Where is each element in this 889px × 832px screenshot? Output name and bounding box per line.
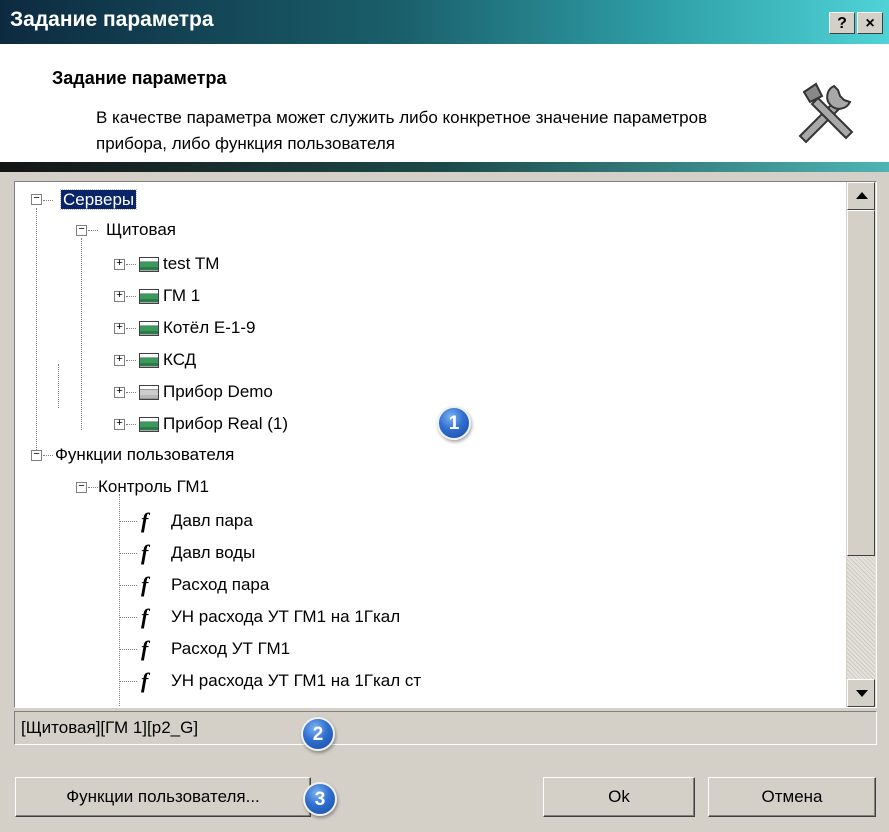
tree-item-label: УН расхода УТ ГМ1 на 1Гкал ст	[171, 671, 422, 690]
selected-path-field: [Щитовая][ГМ 1][p2_G]	[14, 711, 877, 745]
device-icon	[139, 321, 159, 336]
tree-item-label: Функции пользователя	[55, 445, 235, 464]
tree-guide-line	[126, 296, 136, 297]
callout-marker: 3	[303, 782, 337, 816]
function-icon: f	[141, 540, 149, 565]
tree-item-servers[interactable]: Серверы	[59, 187, 138, 213]
tree-item-label: КСД	[163, 350, 197, 369]
function-icon: f	[141, 572, 149, 597]
close-button[interactable]: ×	[857, 12, 883, 34]
callout-marker: 2	[301, 717, 335, 751]
tree-item-label: Котёл Е-1-9	[163, 318, 256, 337]
tree-guide-line	[81, 238, 82, 430]
scrollbar-thumb[interactable]	[847, 210, 875, 556]
tree-item-function[interactable]: Давл воды	[169, 540, 257, 566]
tree-item-label: Давл воды	[171, 543, 256, 562]
tree-item-device[interactable]: КСД	[161, 347, 198, 373]
expand-toggle[interactable]: +	[114, 291, 125, 302]
tree-item-function[interactable]: Давл пара	[169, 508, 255, 534]
tree-item-label: Давл пара	[171, 511, 253, 530]
expand-toggle[interactable]: +	[114, 355, 125, 366]
tree-item-device[interactable]: Котёл Е-1-9	[161, 315, 257, 341]
dialog-header: Задание параметра В качестве параметра м…	[0, 44, 889, 162]
tree-guide-line	[119, 494, 120, 707]
expand-toggle[interactable]: +	[114, 323, 125, 334]
function-icon: f	[141, 508, 149, 533]
device-icon	[139, 385, 159, 400]
tree-item-label: Серверы	[59, 189, 138, 210]
tree-item-label: Расход пара	[171, 575, 270, 594]
tree-item-device[interactable]: Прибор Real (1)	[161, 411, 290, 437]
tree-guide-line	[126, 360, 136, 361]
tree-guide-line	[119, 521, 137, 522]
header-description: В качестве параметра может служить либо …	[96, 108, 708, 153]
header-title: Задание параметра	[52, 68, 227, 88]
tree-guide-line	[126, 392, 136, 393]
tree-guide-line	[119, 585, 137, 586]
tree-guide-line	[119, 649, 137, 650]
tree-item-device[interactable]: test TM	[161, 251, 221, 277]
help-button[interactable]: ?	[829, 12, 855, 34]
arrow-up-icon	[856, 192, 868, 199]
tree-item-group[interactable]: Щитовая	[104, 217, 178, 243]
collapse-toggle[interactable]: −	[76, 225, 87, 236]
collapse-toggle[interactable]: −	[31, 194, 42, 205]
window-title: Задание параметра	[10, 8, 214, 31]
title-bar[interactable]: Задание параметра ? ×	[0, 0, 889, 44]
tree-guide-line	[58, 364, 59, 408]
tree-item-function[interactable]: УН расхода УТ ГМ1 на 1Гкал ст	[169, 668, 423, 694]
tree-item-functions-root[interactable]: Функции пользователя	[53, 442, 236, 468]
expand-toggle[interactable]: +	[114, 259, 125, 270]
tree-item-device[interactable]: Прибор Demo	[161, 379, 275, 405]
tree-guide-line	[88, 230, 98, 231]
user-functions-button[interactable]: Функции пользователя...	[15, 777, 311, 817]
parameter-dialog: Задание параметра ? × Задание параметра …	[0, 0, 889, 832]
callout-marker: 1	[437, 406, 471, 440]
device-icon	[139, 353, 159, 368]
tree-item-label: test TM	[163, 254, 220, 273]
tree-item-label: УН расхода УТ ГМ1 на 1Гкал	[171, 607, 401, 626]
tree-guide-line	[36, 208, 37, 456]
tree-item-function-group[interactable]: Контроль ГМ1	[96, 474, 211, 500]
tree-item-label: Прибор Demo	[163, 382, 273, 401]
ok-button[interactable]: Ok	[543, 777, 695, 817]
tree-item-device[interactable]: ГМ 1	[161, 283, 202, 309]
function-icon: f	[141, 604, 149, 629]
device-icon	[139, 417, 159, 432]
function-icon: f	[141, 668, 149, 693]
tree-guide-line	[119, 553, 137, 554]
tree-guide-line	[43, 200, 53, 201]
tree-guide-line	[126, 264, 136, 265]
tree-guide-line	[43, 455, 53, 456]
device-icon	[139, 289, 159, 304]
function-icon: f	[141, 636, 149, 661]
tree-guide-line	[126, 328, 136, 329]
tree-guide-line	[119, 681, 137, 682]
arrow-down-icon	[856, 690, 868, 697]
tree-item-label: Контроль ГМ1	[98, 477, 209, 496]
tree-item-function[interactable]: Расход УТ ГМ1	[169, 636, 292, 662]
tree-item-function[interactable]: Расход пара	[169, 572, 271, 598]
tree-guide-line	[119, 617, 137, 618]
expand-toggle[interactable]: +	[114, 387, 125, 398]
vertical-scrollbar[interactable]	[846, 182, 876, 707]
tree-item-label: Прибор Real (1)	[163, 414, 289, 433]
scroll-up-button[interactable]	[847, 182, 875, 210]
tree-item-label: ГМ 1	[163, 286, 201, 305]
tree-item-label: Щитовая	[106, 220, 176, 239]
tree-guide-line	[126, 424, 136, 425]
tree-content: − Серверы − Щитовая + test TM + ГМ 1 + К…	[15, 182, 845, 707]
scroll-down-button[interactable]	[847, 679, 875, 707]
device-icon	[139, 257, 159, 272]
expand-toggle[interactable]: +	[114, 419, 125, 430]
parameter-tree[interactable]: − Серверы − Щитовая + test TM + ГМ 1 + К…	[14, 181, 877, 708]
cancel-button[interactable]: Отмена	[708, 777, 876, 817]
header-divider	[0, 162, 889, 172]
collapse-toggle[interactable]: −	[31, 450, 42, 461]
tree-item-label: Расход УТ ГМ1	[171, 639, 291, 658]
collapse-toggle[interactable]: −	[76, 482, 87, 493]
tools-icon	[798, 82, 854, 144]
tree-item-function[interactable]: УН расхода УТ ГМ1 на 1Гкал	[169, 604, 402, 630]
